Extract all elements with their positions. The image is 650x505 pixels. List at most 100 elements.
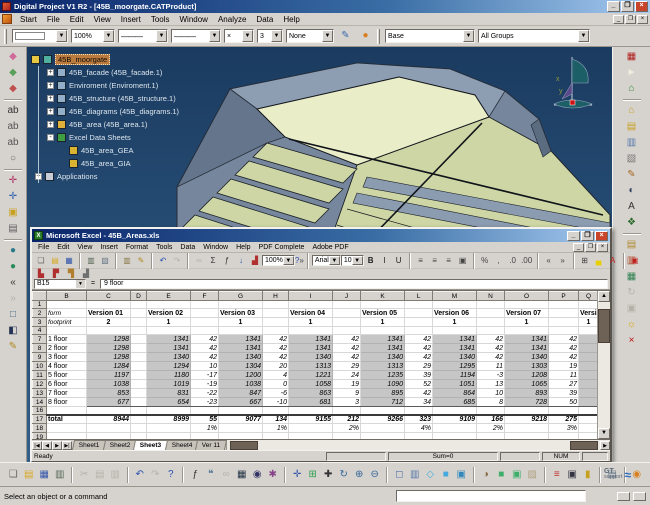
chevron-down-icon[interactable]: ▼ bbox=[76, 280, 85, 288]
cell-H14[interactable]: -10 bbox=[263, 398, 289, 407]
text-arrow-icon[interactable]: ab bbox=[5, 135, 22, 151]
cell-B1[interactable] bbox=[47, 301, 87, 309]
fly-mode-icon[interactable]: ◆ bbox=[5, 49, 22, 65]
screen-capture-icon[interactable]: ▦ bbox=[235, 467, 250, 483]
cell-C13[interactable]: 853 bbox=[87, 389, 131, 398]
cell-O2[interactable]: Version 07 bbox=[505, 309, 549, 318]
new-workbook-icon[interactable]: ❏ bbox=[34, 254, 48, 267]
cell-I8[interactable]: 1341 bbox=[289, 344, 333, 353]
column-header-G[interactable]: G bbox=[219, 292, 263, 301]
cell-G2[interactable]: Version 03 bbox=[219, 309, 263, 318]
cell-G19[interactable] bbox=[219, 433, 263, 440]
excel-titlebar[interactable]: X Microsoft Excel - 45B_Areas.xls _ ❐ × bbox=[32, 229, 610, 242]
cell-G4[interactable] bbox=[219, 327, 263, 335]
cell-E17[interactable]: 8999 bbox=[147, 415, 191, 424]
cell-B7[interactable]: 1 floor bbox=[47, 335, 87, 344]
battery-icon[interactable]: ▮ bbox=[581, 467, 596, 483]
axis-3d-icon[interactable]: ✛ bbox=[5, 189, 22, 205]
cell-H7[interactable]: 42 bbox=[263, 335, 289, 344]
cell-B18[interactable] bbox=[47, 424, 87, 433]
cell-E9[interactable]: 1340 bbox=[147, 353, 191, 362]
cell-K16[interactable] bbox=[361, 407, 405, 415]
cell-J17[interactable]: 212 bbox=[333, 415, 361, 424]
menu-file[interactable]: File bbox=[42, 14, 65, 25]
cube-shaded-icon[interactable]: ■ bbox=[494, 467, 509, 483]
stamp-disabled-icon[interactable]: ▣ bbox=[623, 301, 640, 317]
open-icon[interactable]: ▤ bbox=[48, 254, 62, 267]
scrollbar-split-box[interactable] bbox=[570, 441, 598, 450]
cell-M4[interactable] bbox=[433, 327, 477, 335]
column-header-L[interactable]: L bbox=[405, 292, 433, 301]
cell-D19[interactable] bbox=[131, 433, 147, 440]
cell-F17[interactable]: 55 bbox=[191, 415, 219, 424]
cell-C7[interactable]: 1298 bbox=[87, 335, 131, 344]
cell-O19[interactable] bbox=[505, 433, 549, 440]
row-header-2[interactable]: 2 bbox=[33, 309, 47, 318]
chevron-down-icon[interactable]: ▼ bbox=[242, 30, 253, 42]
cell-I18[interactable] bbox=[289, 424, 333, 433]
cell-H17[interactable]: 134 bbox=[263, 415, 289, 424]
multi-view-icon[interactable]: ▥ bbox=[408, 467, 423, 483]
select-all-corner[interactable] bbox=[33, 292, 47, 301]
cell-B10[interactable]: 4 floor bbox=[47, 362, 87, 371]
cell-F16[interactable] bbox=[191, 407, 219, 415]
cell-O7[interactable]: 1341 bbox=[505, 335, 549, 344]
more-buttons-icon[interactable]: » bbox=[299, 254, 303, 267]
cell-M7[interactable]: 1341 bbox=[433, 335, 477, 344]
cell-H4[interactable] bbox=[263, 327, 289, 335]
cell-I19[interactable] bbox=[289, 433, 333, 440]
cell-G13[interactable]: 847 bbox=[219, 389, 263, 398]
excel-menu-pdf-complete[interactable]: PDF Complete bbox=[255, 244, 309, 251]
cell-C1[interactable] bbox=[87, 301, 131, 309]
borders-icon[interactable]: ⊞ bbox=[578, 254, 592, 267]
align-left-icon[interactable]: ≡ bbox=[414, 254, 428, 267]
cell-H8[interactable]: 42 bbox=[263, 344, 289, 353]
prev-sheet-icon[interactable]: ◀ bbox=[42, 441, 52, 450]
tree-root-item[interactable]: 45B_moorgate bbox=[31, 53, 179, 66]
cell-L1[interactable] bbox=[405, 301, 433, 309]
autosum-icon[interactable]: Σ bbox=[206, 254, 220, 267]
column-header-N[interactable]: N bbox=[477, 292, 505, 301]
cell-I7[interactable]: 1341 bbox=[289, 335, 333, 344]
preview-doc-icon[interactable]: ▧ bbox=[623, 151, 640, 167]
cell-N14[interactable]: 8 bbox=[477, 398, 505, 407]
excel-window[interactable]: X Microsoft Excel - 45B_Areas.xls _ ❐ × … bbox=[30, 227, 612, 463]
normal-view-icon[interactable]: ◻ bbox=[392, 467, 407, 483]
cell-M1[interactable] bbox=[433, 301, 477, 309]
cell-B14[interactable]: 8 floor bbox=[47, 398, 87, 407]
cell-G7[interactable]: 1341 bbox=[219, 335, 263, 344]
chevron-down-icon[interactable]: ▼ bbox=[103, 30, 114, 42]
row-header-16[interactable]: 16 bbox=[33, 407, 47, 415]
column-header-H[interactable]: H bbox=[263, 292, 289, 301]
horizontal-scrollbar[interactable]: ▶ bbox=[226, 440, 610, 451]
chevron-down-icon[interactable]: ▼ bbox=[156, 30, 167, 42]
cell-K14[interactable]: 712 bbox=[361, 398, 405, 407]
cell-C10[interactable]: 1284 bbox=[87, 362, 131, 371]
expand-icon[interactable]: + bbox=[47, 95, 54, 102]
excel-menu-view[interactable]: View bbox=[73, 244, 96, 251]
cell-O18[interactable] bbox=[505, 424, 549, 433]
cell-Q10[interactable] bbox=[579, 362, 599, 371]
cell-F2[interactable] bbox=[191, 309, 219, 318]
print-preview-icon[interactable]: ▧ bbox=[98, 254, 112, 267]
cell-K1[interactable] bbox=[361, 301, 405, 309]
chart-wizard-icon[interactable]: ▟ bbox=[248, 254, 262, 267]
scroll-up-icon[interactable]: ▲ bbox=[598, 291, 610, 302]
cell-O10[interactable]: 1303 bbox=[505, 362, 549, 371]
cell-N8[interactable]: 42 bbox=[477, 344, 505, 353]
cell-K10[interactable]: 1313 bbox=[361, 362, 405, 371]
font-color-icon[interactable]: A bbox=[606, 254, 620, 267]
cell-P16[interactable] bbox=[549, 407, 579, 415]
walk-mode-icon[interactable]: ◆ bbox=[5, 65, 22, 81]
text-annotation-icon[interactable]: ab bbox=[5, 103, 22, 119]
chevron-down-icon[interactable]: ▼ bbox=[322, 30, 333, 42]
cell-Q11[interactable] bbox=[579, 371, 599, 380]
cell-E18[interactable] bbox=[147, 424, 191, 433]
cell-K2[interactable]: Version 05 bbox=[361, 309, 405, 318]
scroll-down-icon[interactable]: ▼ bbox=[598, 428, 610, 439]
cell-C14[interactable]: 677 bbox=[87, 398, 131, 407]
minimize-button[interactable]: _ bbox=[607, 1, 620, 12]
cell-P14[interactable]: 50 bbox=[549, 398, 579, 407]
equals-button[interactable]: = bbox=[88, 280, 98, 287]
cell-F19[interactable] bbox=[191, 433, 219, 440]
